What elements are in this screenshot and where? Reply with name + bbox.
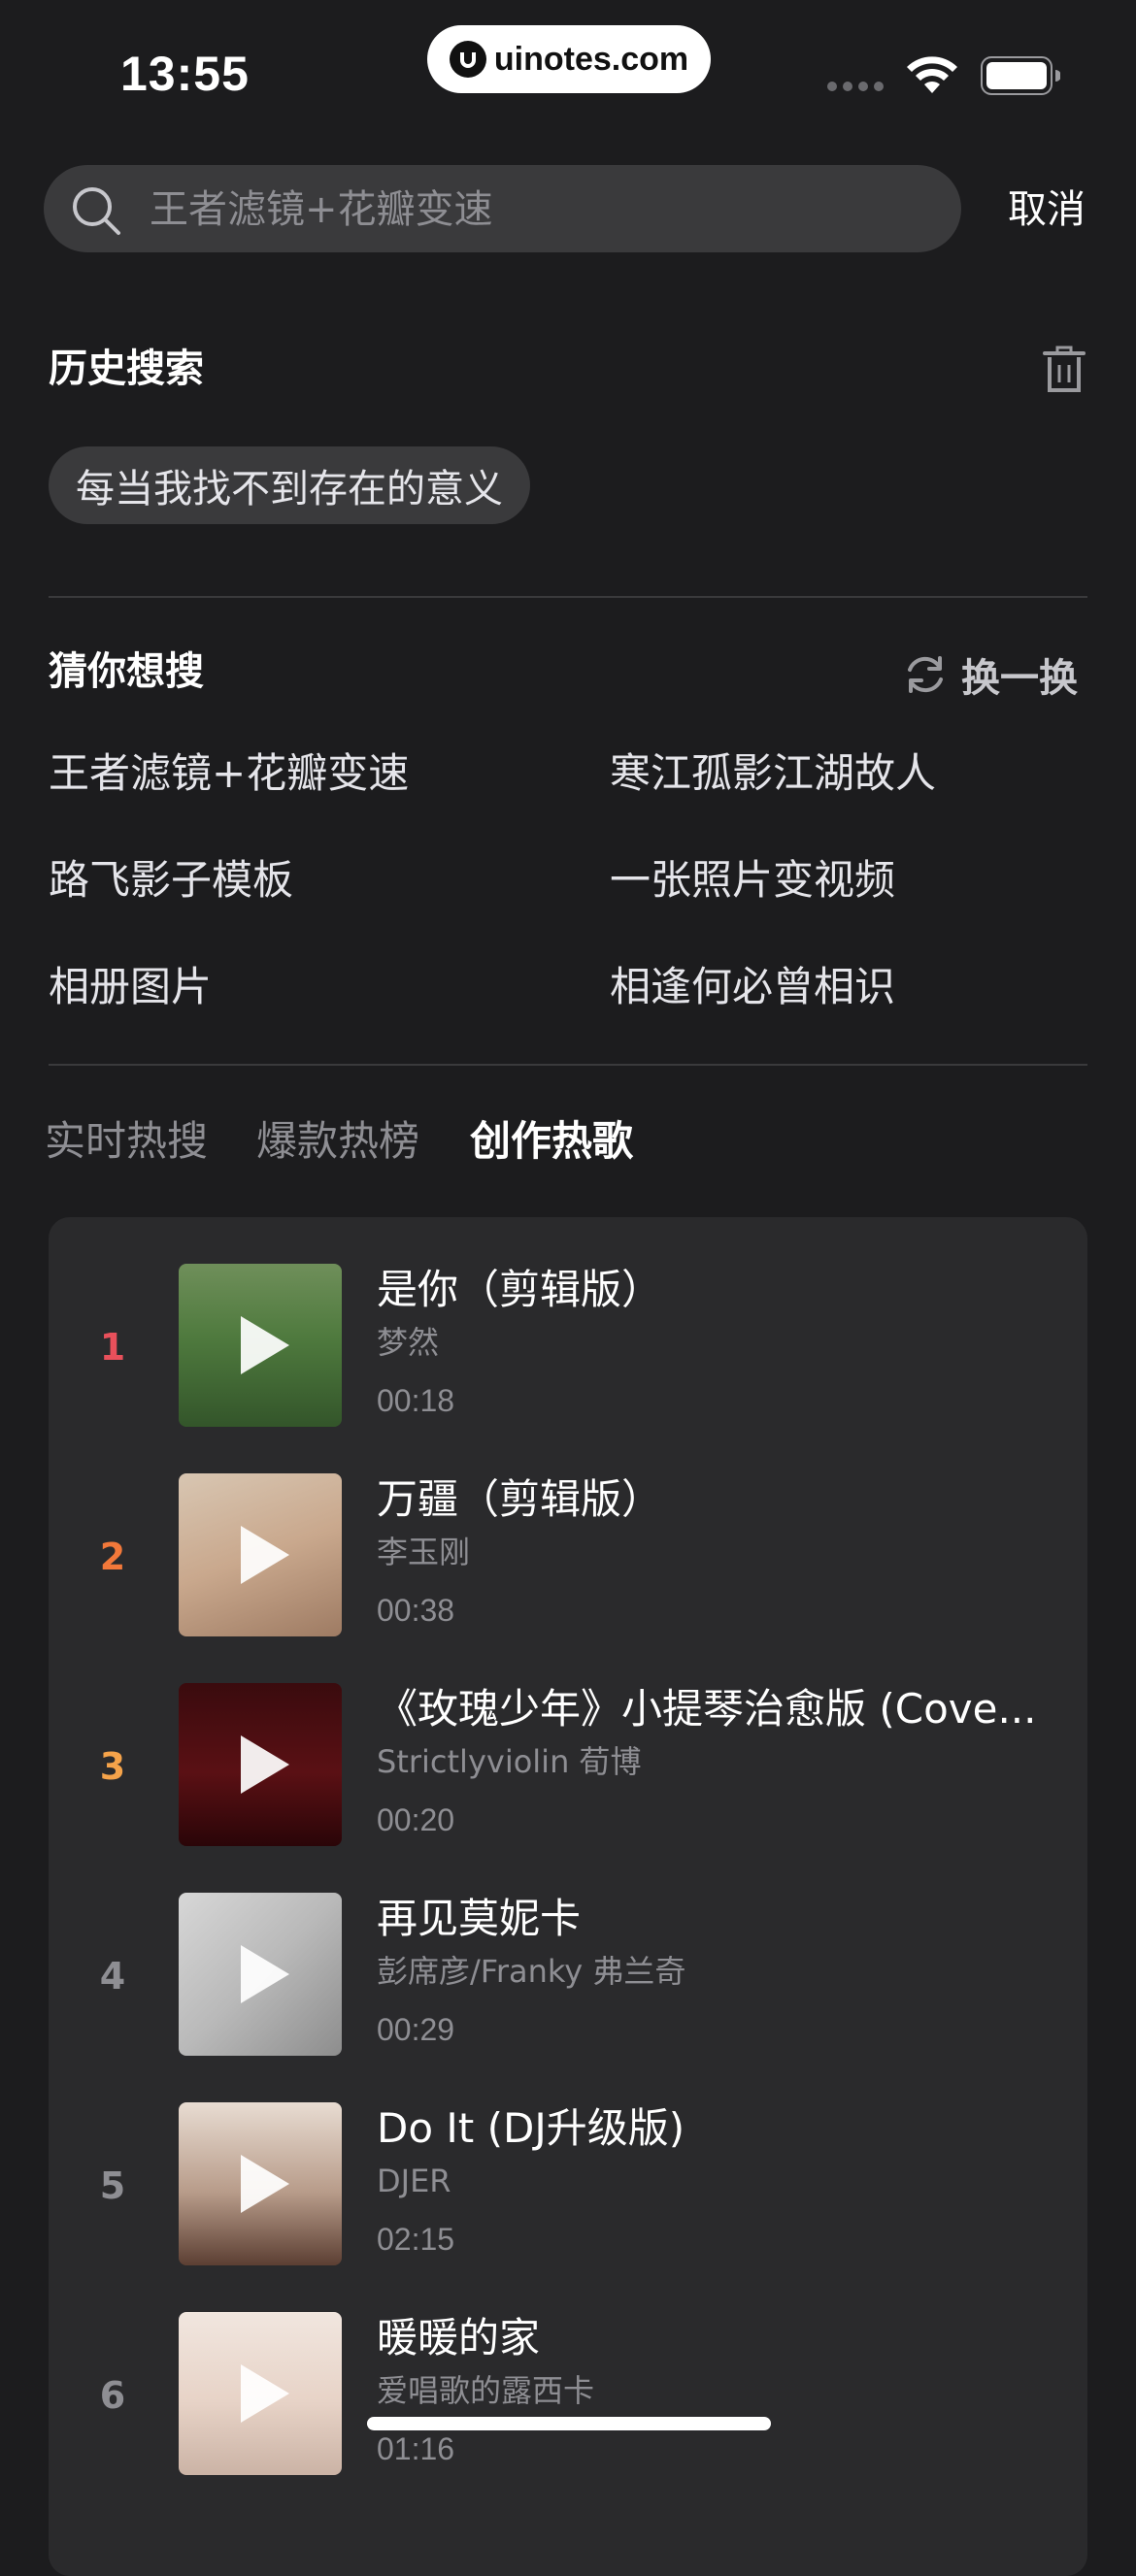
song-cover[interactable] [179,1683,342,1846]
play-icon[interactable] [241,1316,289,1374]
suggestion-item[interactable]: 路飞影子模板 [49,852,293,908]
tab-creator-hot-songs[interactable]: 创作热歌 [470,1112,633,1171]
divider [49,1064,1087,1066]
suggestions-title: 猜你想搜 [49,649,204,694]
song-duration: 00:38 [377,1593,455,1628]
song-rank: 3 [99,1745,126,1788]
song-duration: 00:20 [377,1802,455,1837]
refresh-button[interactable]: 换一换 [903,646,1078,703]
song-duration: 00:29 [377,2012,455,2047]
suggestion-item[interactable]: 一张照片变视频 [610,852,895,908]
cellular-signal-icon [827,82,884,91]
song-title: 万疆（剪辑版） [377,1475,663,1523]
song-duration: 01:16 [377,2431,455,2466]
tab-realtime-hot[interactable]: 实时热搜 [45,1112,208,1171]
refresh-icon [908,656,943,693]
play-icon[interactable] [241,1735,289,1794]
song-artist: 爱唱歌的露西卡 [377,2372,595,2409]
song-artist: DJER [377,2163,451,2199]
wifi-icon [905,54,959,99]
suggestion-item[interactable]: 相逢何必曾相识 [610,959,895,1015]
play-icon[interactable] [241,2155,289,2213]
play-icon[interactable] [241,1526,289,1584]
song-cover[interactable] [179,2312,342,2475]
song-title: 再见莫妮卡 [377,1895,582,1942]
search-input[interactable] [148,171,928,248]
play-icon[interactable] [241,1945,289,2003]
song-cover[interactable] [179,1264,342,1427]
home-indicator [367,2417,771,2430]
trash-icon[interactable] [1043,346,1086,398]
song-duration: 00:18 [377,1383,455,1418]
cancel-button[interactable]: 取消 [1008,182,1086,237]
song-cover[interactable] [179,1473,342,1636]
suggestion-item[interactable]: 相册图片 [49,959,212,1015]
suggestion-item[interactable]: 王者滤镜+花瓣变速 [49,745,409,802]
song-rank: 2 [99,1536,126,1578]
refresh-label: 换一换 [961,656,1078,701]
song-rank: 4 [99,1955,126,1998]
song-artist: 李玉刚 [377,1534,471,1570]
song-title: 《玫瑰少年》小提琴治愈版 (Cove... [377,1685,1037,1733]
song-artist: Strictlyviolin 荀博 [377,1743,642,1780]
song-title: Do It (DJ升级版) [377,2104,685,2152]
watermark-text: uinotes.com [493,40,689,78]
song-rank: 6 [99,2374,126,2417]
watermark-logo-icon [449,41,486,78]
watermark-badge: uinotes.com [427,25,711,93]
song-rank: 1 [99,1326,126,1369]
song-title: 暖暖的家 [377,2314,541,2361]
song-cover[interactable] [179,2102,342,2265]
song-artist: 彭席彦/Franky 弗兰奇 [377,1953,686,1990]
search-icon [70,184,122,241]
song-artist: 梦然 [377,1324,440,1361]
suggestion-item[interactable]: 寒江孤影江湖故人 [610,745,936,802]
song-duration: 02:15 [377,2222,455,2257]
song-cover[interactable] [179,1893,342,2056]
play-icon[interactable] [241,2364,289,2423]
tab-trending-chart[interactable]: 爆款热榜 [256,1112,419,1171]
history-chip[interactable]: 每当我找不到存在的意义 [49,446,530,524]
song-title: 是你（剪辑版） [377,1266,663,1313]
history-title: 历史搜索 [49,347,204,391]
status-time: 13:55 [120,47,250,101]
divider [49,596,1087,598]
battery-icon [981,56,1061,99]
song-rank: 5 [99,2164,126,2207]
